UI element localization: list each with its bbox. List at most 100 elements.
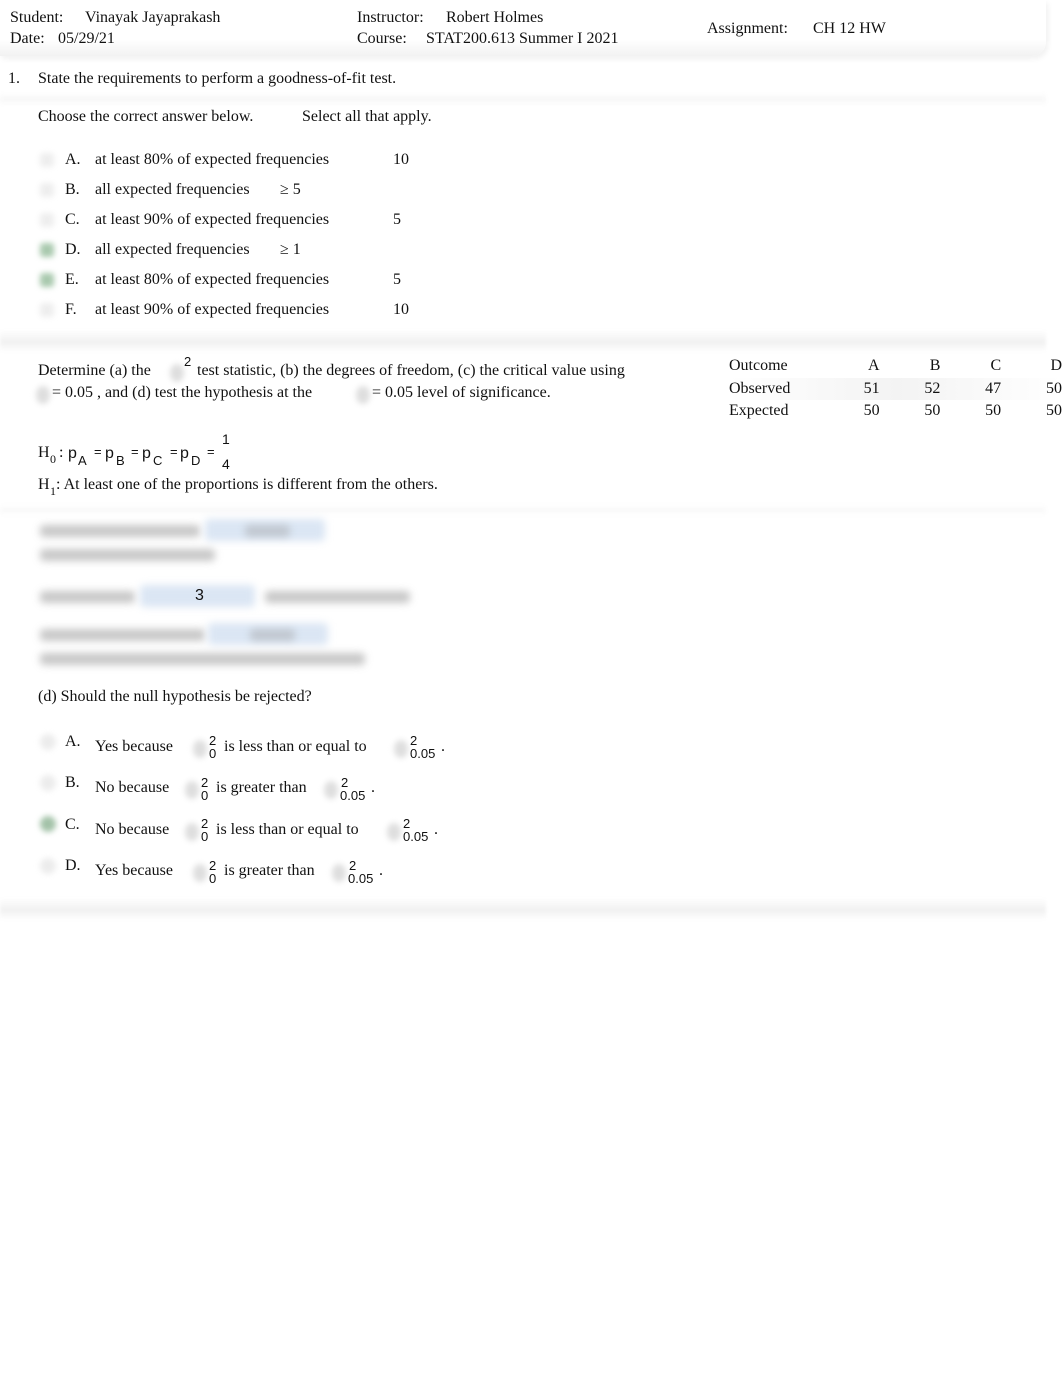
p-letter: p: [142, 445, 151, 462]
option-letter: A.: [65, 733, 81, 750]
period: .: [434, 821, 438, 838]
section-divider: [0, 330, 1046, 352]
checkbox-checked[interactable]: [40, 273, 54, 287]
part-c-answer-redacted: [250, 629, 295, 641]
checkbox-checked[interactable]: [40, 243, 54, 257]
option-letter: D.: [65, 857, 81, 874]
option-lead: Yes because: [95, 738, 173, 755]
instructor-name: Robert Holmes: [446, 9, 544, 26]
option-letter: A.: [65, 151, 81, 168]
course-value: STAT200.613 Summer I 2021: [426, 30, 619, 47]
option-text: at least 90% of expected frequencies: [95, 211, 330, 228]
student-label: Student:: [10, 9, 64, 26]
sub: 0: [201, 788, 209, 803]
divider: [0, 92, 1046, 106]
chi-symbol-icon: [387, 823, 401, 841]
header-cell: B: [929, 357, 941, 375]
equals-sign: =: [131, 444, 139, 459]
sub: 0: [209, 871, 217, 886]
period: .: [441, 738, 445, 755]
chi-square-critical: 2 0.05: [410, 734, 435, 760]
cell: 51: [863, 379, 880, 397]
assignment-header: Student: Vinayak Jayaprakash Date: 05/29…: [0, 0, 1046, 56]
cell: 50: [985, 402, 1002, 420]
chi-symbol-icon: [332, 864, 346, 882]
equals-sign: =: [170, 444, 178, 459]
intro-text-2: test statistic, (b) the degrees of freed…: [197, 362, 625, 379]
option-lead: No because: [95, 779, 170, 796]
question-number: 1.: [8, 70, 20, 87]
header-cell: Outcome: [729, 357, 788, 375]
checkbox[interactable]: [40, 213, 54, 227]
sub: 0: [209, 746, 217, 761]
header-cell: D: [1050, 357, 1062, 375]
h-letter: H: [38, 444, 50, 461]
chi-symbol-icon: [193, 864, 207, 882]
chi-superscript: 2: [184, 354, 192, 369]
p-subscript: B: [116, 453, 125, 468]
answer-instruction: Choose the correct answer below.: [38, 108, 254, 125]
assignment-label: Assignment:: [707, 20, 788, 37]
equals-sign: =: [207, 444, 215, 459]
radio-button[interactable]: [40, 775, 56, 791]
sub: 0: [201, 829, 209, 844]
assignment-value: CH 12 HW: [813, 20, 886, 37]
part-a-label-redacted: [40, 525, 200, 537]
h1-text: : At least one of the proportions is dif…: [56, 476, 438, 493]
row-label: Expected: [729, 402, 789, 420]
date-value: 05/29/21: [58, 30, 115, 47]
h-subscript: 0: [50, 452, 56, 466]
option-lead: No because: [95, 821, 170, 838]
option-letter: F.: [65, 301, 77, 318]
header-cell: C: [990, 357, 1002, 375]
radio-button[interactable]: [40, 734, 56, 750]
radio-button[interactable]: [40, 858, 56, 874]
chi-square-critical: 2 0.05: [403, 817, 428, 843]
p-subscript: A: [78, 453, 87, 468]
p-letter: p: [68, 445, 77, 462]
student-name: Vinayak Jayaprakash: [85, 9, 221, 26]
option-text: all expected frequencies: [95, 181, 250, 198]
part-b-label-redacted: [40, 591, 135, 603]
part-d-question: (d) Should the null hypothesis be reject…: [38, 688, 312, 705]
alpha-symbol-icon: [356, 386, 370, 404]
option-text: at least 90% of expected frequencies: [95, 301, 330, 318]
course-label: Course:: [357, 30, 407, 47]
chi-symbol-icon: [185, 781, 199, 799]
h-letter: H: [38, 476, 50, 493]
section-divider: [0, 898, 1046, 920]
part-b-suffix-redacted: [265, 591, 410, 603]
chi-symbol-icon: [185, 823, 199, 841]
option-relation: is less than or equal to: [224, 738, 367, 755]
chi-square-statistic: 20: [201, 776, 208, 802]
chi-square-critical: 2 0.05: [340, 776, 365, 802]
checkbox[interactable]: [40, 183, 54, 197]
sub: 0.05: [348, 871, 374, 886]
option-value: ≥ 5: [280, 181, 301, 198]
divider: [0, 504, 1046, 516]
option-text: all expected frequencies: [95, 241, 250, 258]
alpha-symbol-icon: [36, 386, 50, 404]
part-a-note-redacted: [40, 549, 215, 561]
chi-symbol-icon: [193, 740, 207, 758]
chi-symbol-icon: [170, 364, 184, 382]
option-value: 5: [393, 211, 401, 228]
checkbox[interactable]: [40, 303, 54, 317]
option-letter: E.: [65, 271, 79, 288]
table-row: Expected 50 50 50 50: [729, 400, 1062, 423]
question-prompt: State the requirements to perform a good…: [38, 70, 397, 87]
part-c-note-redacted: [40, 653, 365, 665]
part-b-answer: 3: [195, 587, 204, 604]
option-text: at least 80% of expected frequencies: [95, 271, 330, 288]
part-a-answer-redacted: [245, 525, 290, 537]
option-letter: C.: [65, 211, 80, 228]
option-text: at least 80% of expected frequencies: [95, 151, 330, 168]
radio-button-selected[interactable]: [40, 816, 56, 832]
checkbox[interactable]: [40, 153, 54, 167]
cell: 50: [863, 402, 880, 420]
option-lead: Yes because: [95, 862, 173, 879]
cell: 50: [924, 402, 941, 420]
option-letter: B.: [65, 774, 80, 791]
sub: 0.05: [403, 829, 429, 844]
option-letter: B.: [65, 181, 80, 198]
